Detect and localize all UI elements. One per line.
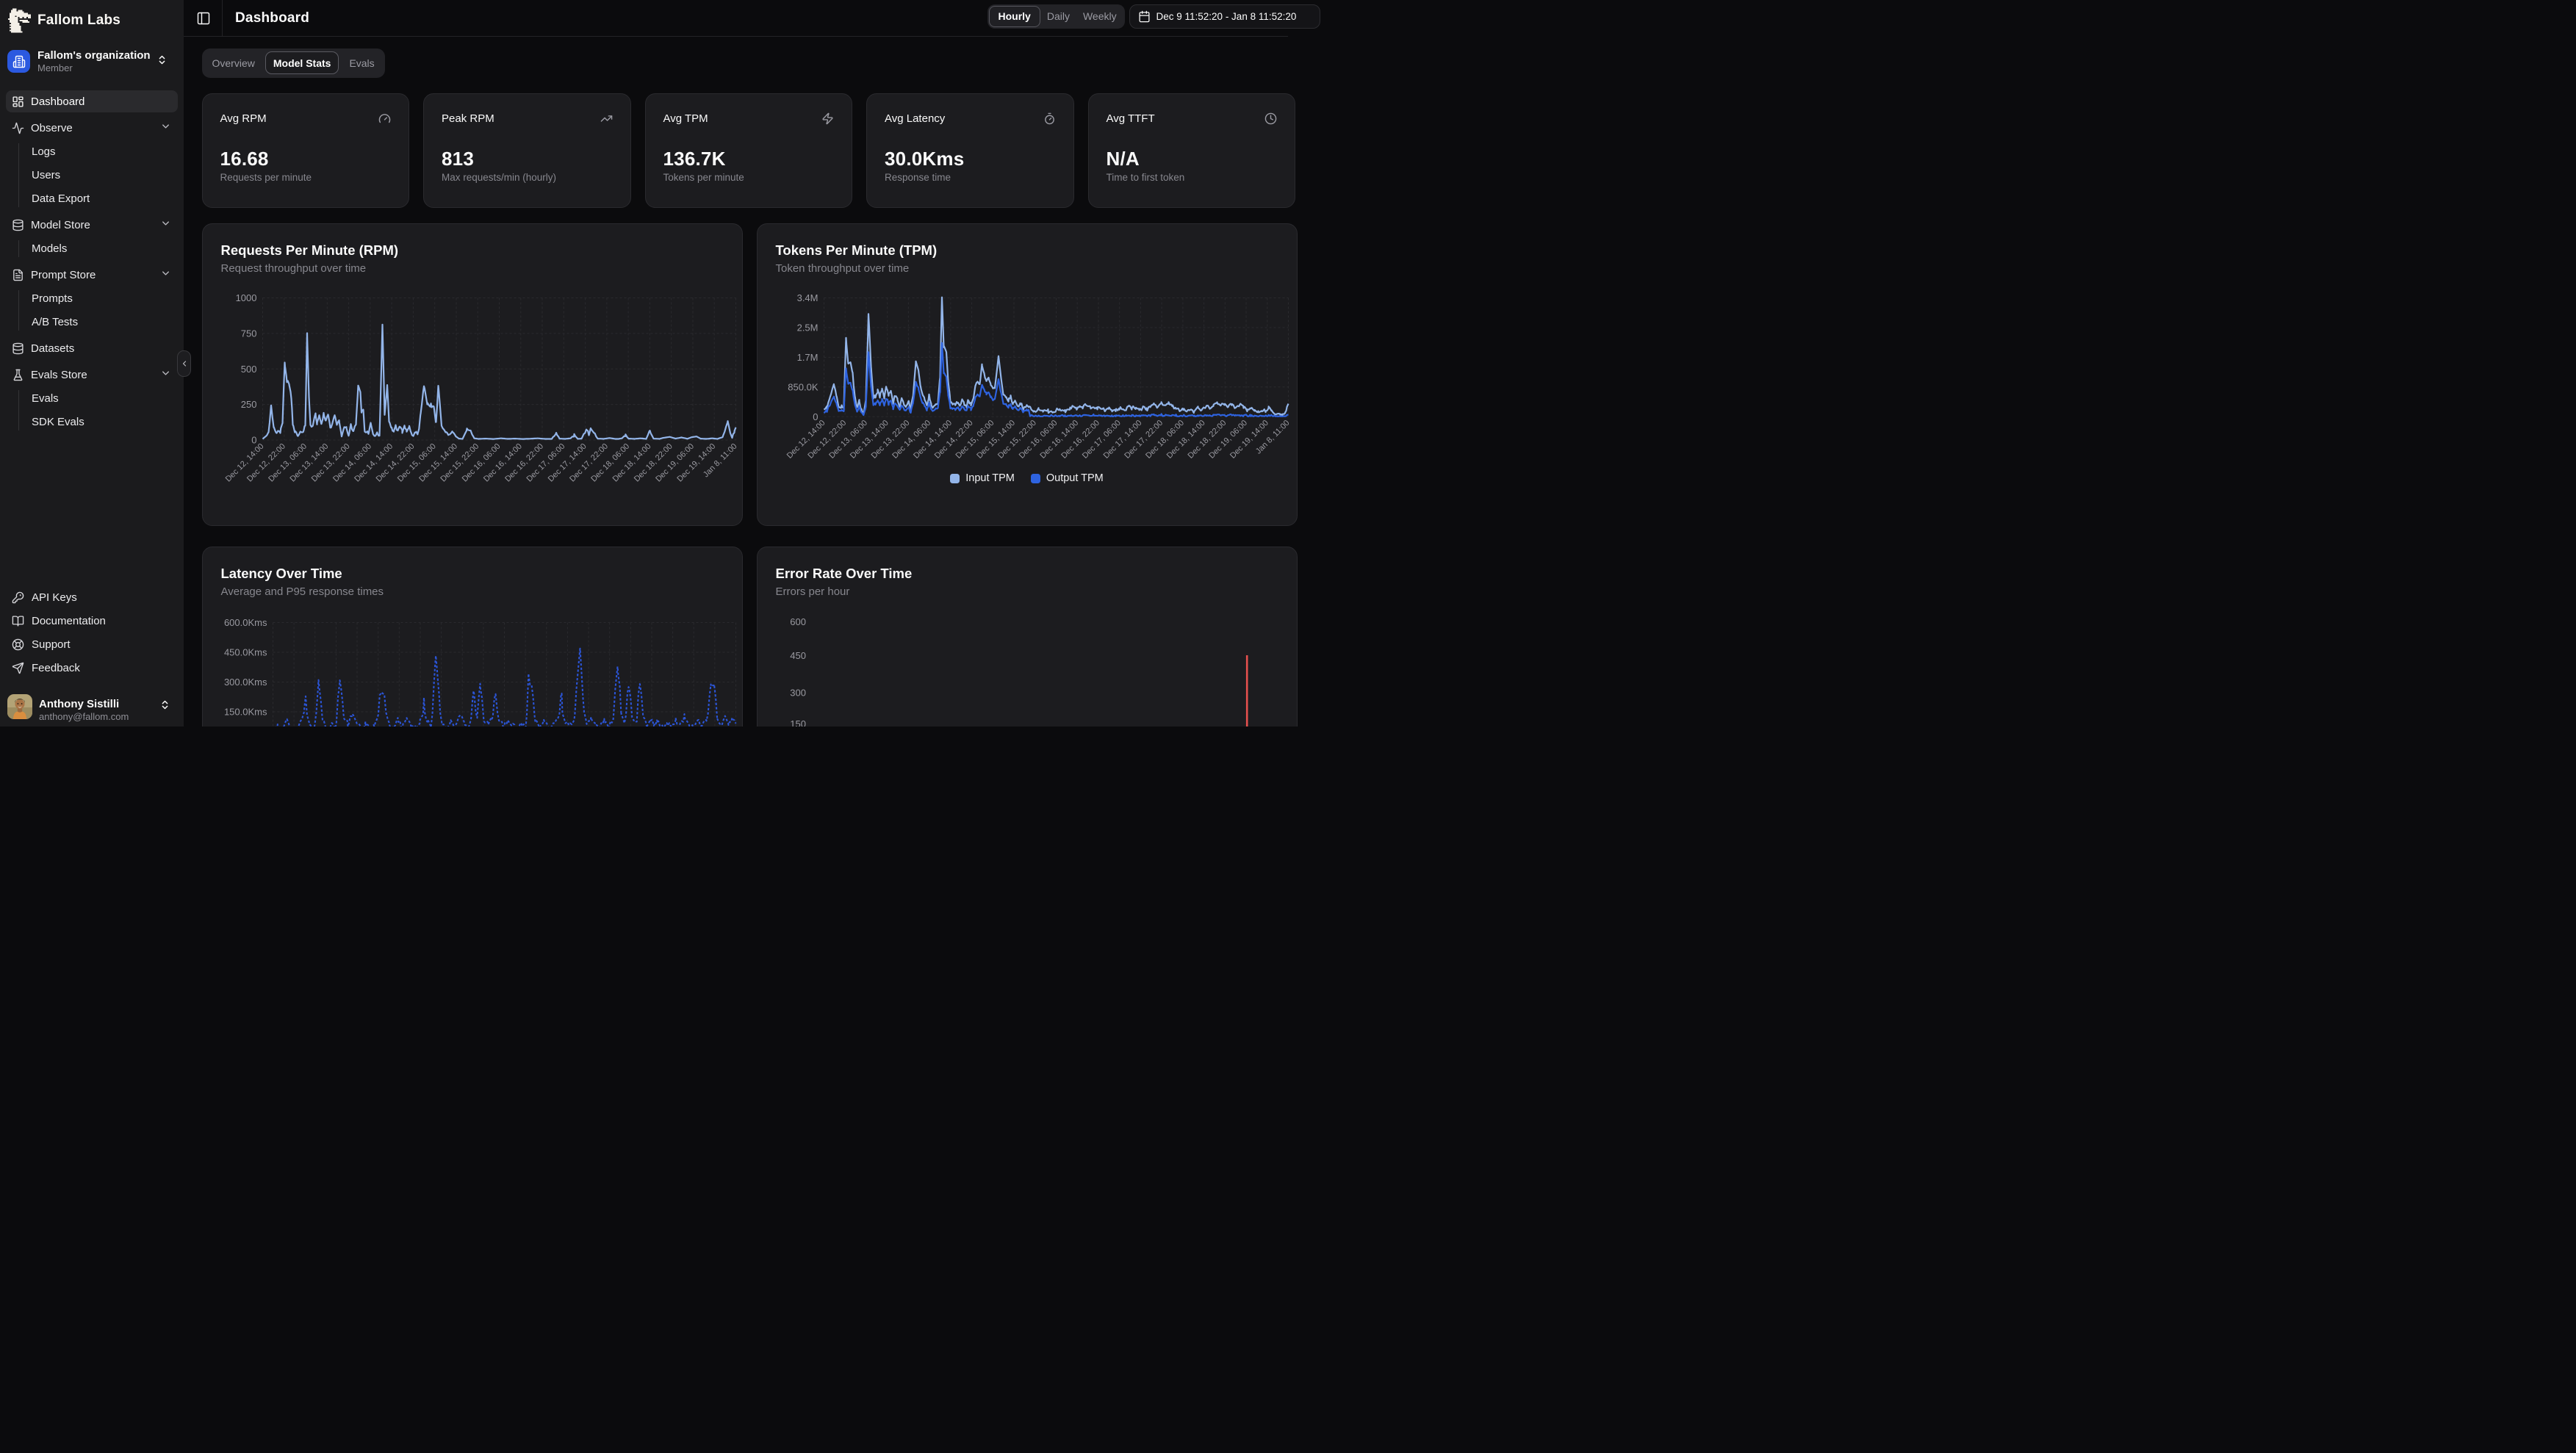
svg-text:2.5M: 2.5M [796,322,818,333]
svg-text:250: 250 [240,399,256,410]
svg-text:300: 300 [790,688,806,699]
svg-text:300.0Kms: 300.0Kms [223,677,267,688]
svg-text:600: 600 [790,616,806,627]
svg-text:850.0K: 850.0K [788,381,819,392]
svg-text:1.7M: 1.7M [796,352,818,363]
svg-text:1000: 1000 [235,292,256,303]
svg-text:450.0Kms: 450.0Kms [223,647,267,658]
svg-text:600.0Kms: 600.0Kms [223,617,267,628]
svg-text:450: 450 [790,650,806,661]
svg-text:0: 0 [813,411,818,422]
svg-text:150.0Kms: 150.0Kms [223,707,267,718]
svg-text:3.4M: 3.4M [796,292,818,303]
svg-text:0: 0 [251,435,256,446]
svg-text:500: 500 [240,364,256,375]
svg-text:750: 750 [240,328,256,339]
svg-text:150: 150 [790,718,806,726]
